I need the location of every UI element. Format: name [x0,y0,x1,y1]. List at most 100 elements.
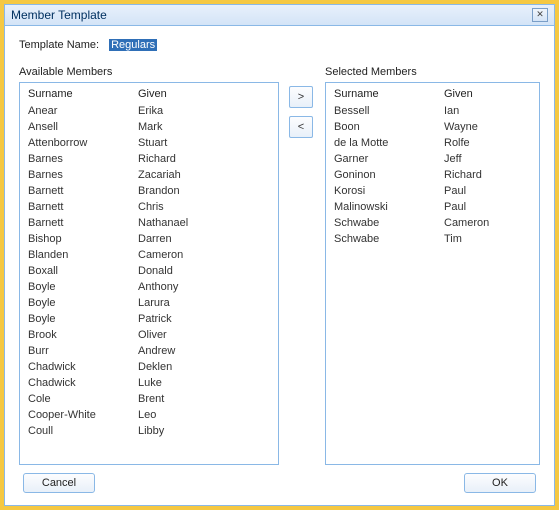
cell-given: Stuart [138,137,270,149]
list-item[interactable]: BarnesZacariah [20,167,278,183]
list-item[interactable]: CoullLibby [20,423,278,439]
cell-given: Chris [138,201,270,213]
selected-panel: Selected Members Surname Given BessellIa… [325,66,540,465]
list-item[interactable]: BoonWayne [326,119,539,135]
cell-given: Libby [138,425,270,437]
available-rows: AnearErikaAnsellMarkAttenborrowStuartBar… [20,103,278,439]
list-item[interactable]: BoxallDonald [20,263,278,279]
move-left-button[interactable]: < [289,116,313,138]
move-buttons: > < [289,66,315,465]
close-button[interactable]: ✕ [532,8,548,22]
list-item[interactable]: BarnettNathanael [20,215,278,231]
selected-col-given[interactable]: Given [444,88,531,100]
cell-surname: Boyle [28,297,138,309]
selected-label: Selected Members [325,66,540,78]
list-item[interactable]: BoyleAnthony [20,279,278,295]
cell-given: Paul [444,185,531,197]
available-col-given[interactable]: Given [138,88,270,100]
list-item[interactable]: BarnettBrandon [20,183,278,199]
cell-surname: Anear [28,105,138,117]
available-col-surname[interactable]: Surname [28,88,138,100]
available-label: Available Members [19,66,279,78]
template-name-input-wrap[interactable]: Regulars [107,38,237,52]
list-item[interactable]: ColeBrent [20,391,278,407]
cell-surname: de la Motte [334,137,444,149]
list-item[interactable]: BishopDarren [20,231,278,247]
list-item[interactable]: BessellIan [326,103,539,119]
list-item[interactable]: SchwabeTim [326,231,539,247]
list-item[interactable]: de la MotteRolfe [326,135,539,151]
cell-surname: Schwabe [334,233,444,245]
cell-surname: Schwabe [334,217,444,229]
cell-surname: Barnett [28,217,138,229]
template-name-input[interactable] [107,38,237,52]
selected-listbox[interactable]: Surname Given BessellIanBoonWaynede la M… [325,82,540,465]
window-title: Member Template [11,8,107,22]
cell-surname: Barnes [28,153,138,165]
titlebar: Member Template ✕ [5,5,554,26]
cell-surname: Brook [28,329,138,341]
cell-given: Andrew [138,345,270,357]
cell-surname: Ansell [28,121,138,133]
list-item[interactable]: AnsellMark [20,119,278,135]
cell-surname: Boyle [28,313,138,325]
list-item[interactable]: GarnerJeff [326,151,539,167]
dialog-window: Member Template ✕ Template Name: Regular… [4,4,555,506]
cell-surname: Boyle [28,281,138,293]
cell-surname: Burr [28,345,138,357]
list-item[interactable]: KorosiPaul [326,183,539,199]
cell-given: Erika [138,105,270,117]
content-area: Template Name: Regulars Available Member… [5,26,554,505]
selected-rows: BessellIanBoonWaynede la MotteRolfeGarne… [326,103,539,247]
cell-surname: Boon [334,121,444,133]
selected-col-surname[interactable]: Surname [334,88,444,100]
cell-given: Paul [444,201,531,213]
cell-given: Cameron [444,217,531,229]
cell-surname: Barnett [28,185,138,197]
cell-given: Deklen [138,361,270,373]
cell-surname: Coull [28,425,138,437]
cell-given: Luke [138,377,270,389]
cell-given: Patrick [138,313,270,325]
cell-given: Mark [138,121,270,133]
cell-surname: Barnes [28,169,138,181]
list-item[interactable]: ChadwickLuke [20,375,278,391]
list-item[interactable]: BarnettChris [20,199,278,215]
cell-surname: Garner [334,153,444,165]
cell-given: Jeff [444,153,531,165]
cell-given: Zacariah [138,169,270,181]
cell-surname: Attenborrow [28,137,138,149]
list-item[interactable]: BoylePatrick [20,311,278,327]
ok-button[interactable]: OK [464,473,536,493]
cell-surname: Boxall [28,265,138,277]
list-item[interactable]: BoyleLarura [20,295,278,311]
list-item[interactable]: Cooper-WhiteLeo [20,407,278,423]
cell-given: Larura [138,297,270,309]
list-item[interactable]: AnearErika [20,103,278,119]
cell-surname: Barnett [28,201,138,213]
cell-given: Darren [138,233,270,245]
cell-surname: Korosi [334,185,444,197]
cancel-button[interactable]: Cancel [23,473,95,493]
footer: Cancel OK [19,465,540,497]
list-item[interactable]: AttenborrowStuart [20,135,278,151]
cell-surname: Goninon [334,169,444,181]
cell-given: Brent [138,393,270,405]
list-item[interactable]: BlandenCameron [20,247,278,263]
list-item[interactable]: SchwabeCameron [326,215,539,231]
list-item[interactable]: BarnesRichard [20,151,278,167]
available-listbox[interactable]: Surname Given AnearErikaAnsellMarkAttenb… [19,82,279,465]
list-item[interactable]: ChadwickDeklen [20,359,278,375]
available-panel: Available Members Surname Given AnearEri… [19,66,279,465]
list-item[interactable]: MalinowskiPaul [326,199,539,215]
list-item[interactable]: BrookOliver [20,327,278,343]
cell-given: Rolfe [444,137,531,149]
cell-given: Donald [138,265,270,277]
cell-given: Richard [138,153,270,165]
list-item[interactable]: BurrAndrew [20,343,278,359]
cell-surname: Chadwick [28,361,138,373]
list-item[interactable]: GoninonRichard [326,167,539,183]
cell-given: Richard [444,169,531,181]
move-right-button[interactable]: > [289,86,313,108]
cell-surname: Chadwick [28,377,138,389]
